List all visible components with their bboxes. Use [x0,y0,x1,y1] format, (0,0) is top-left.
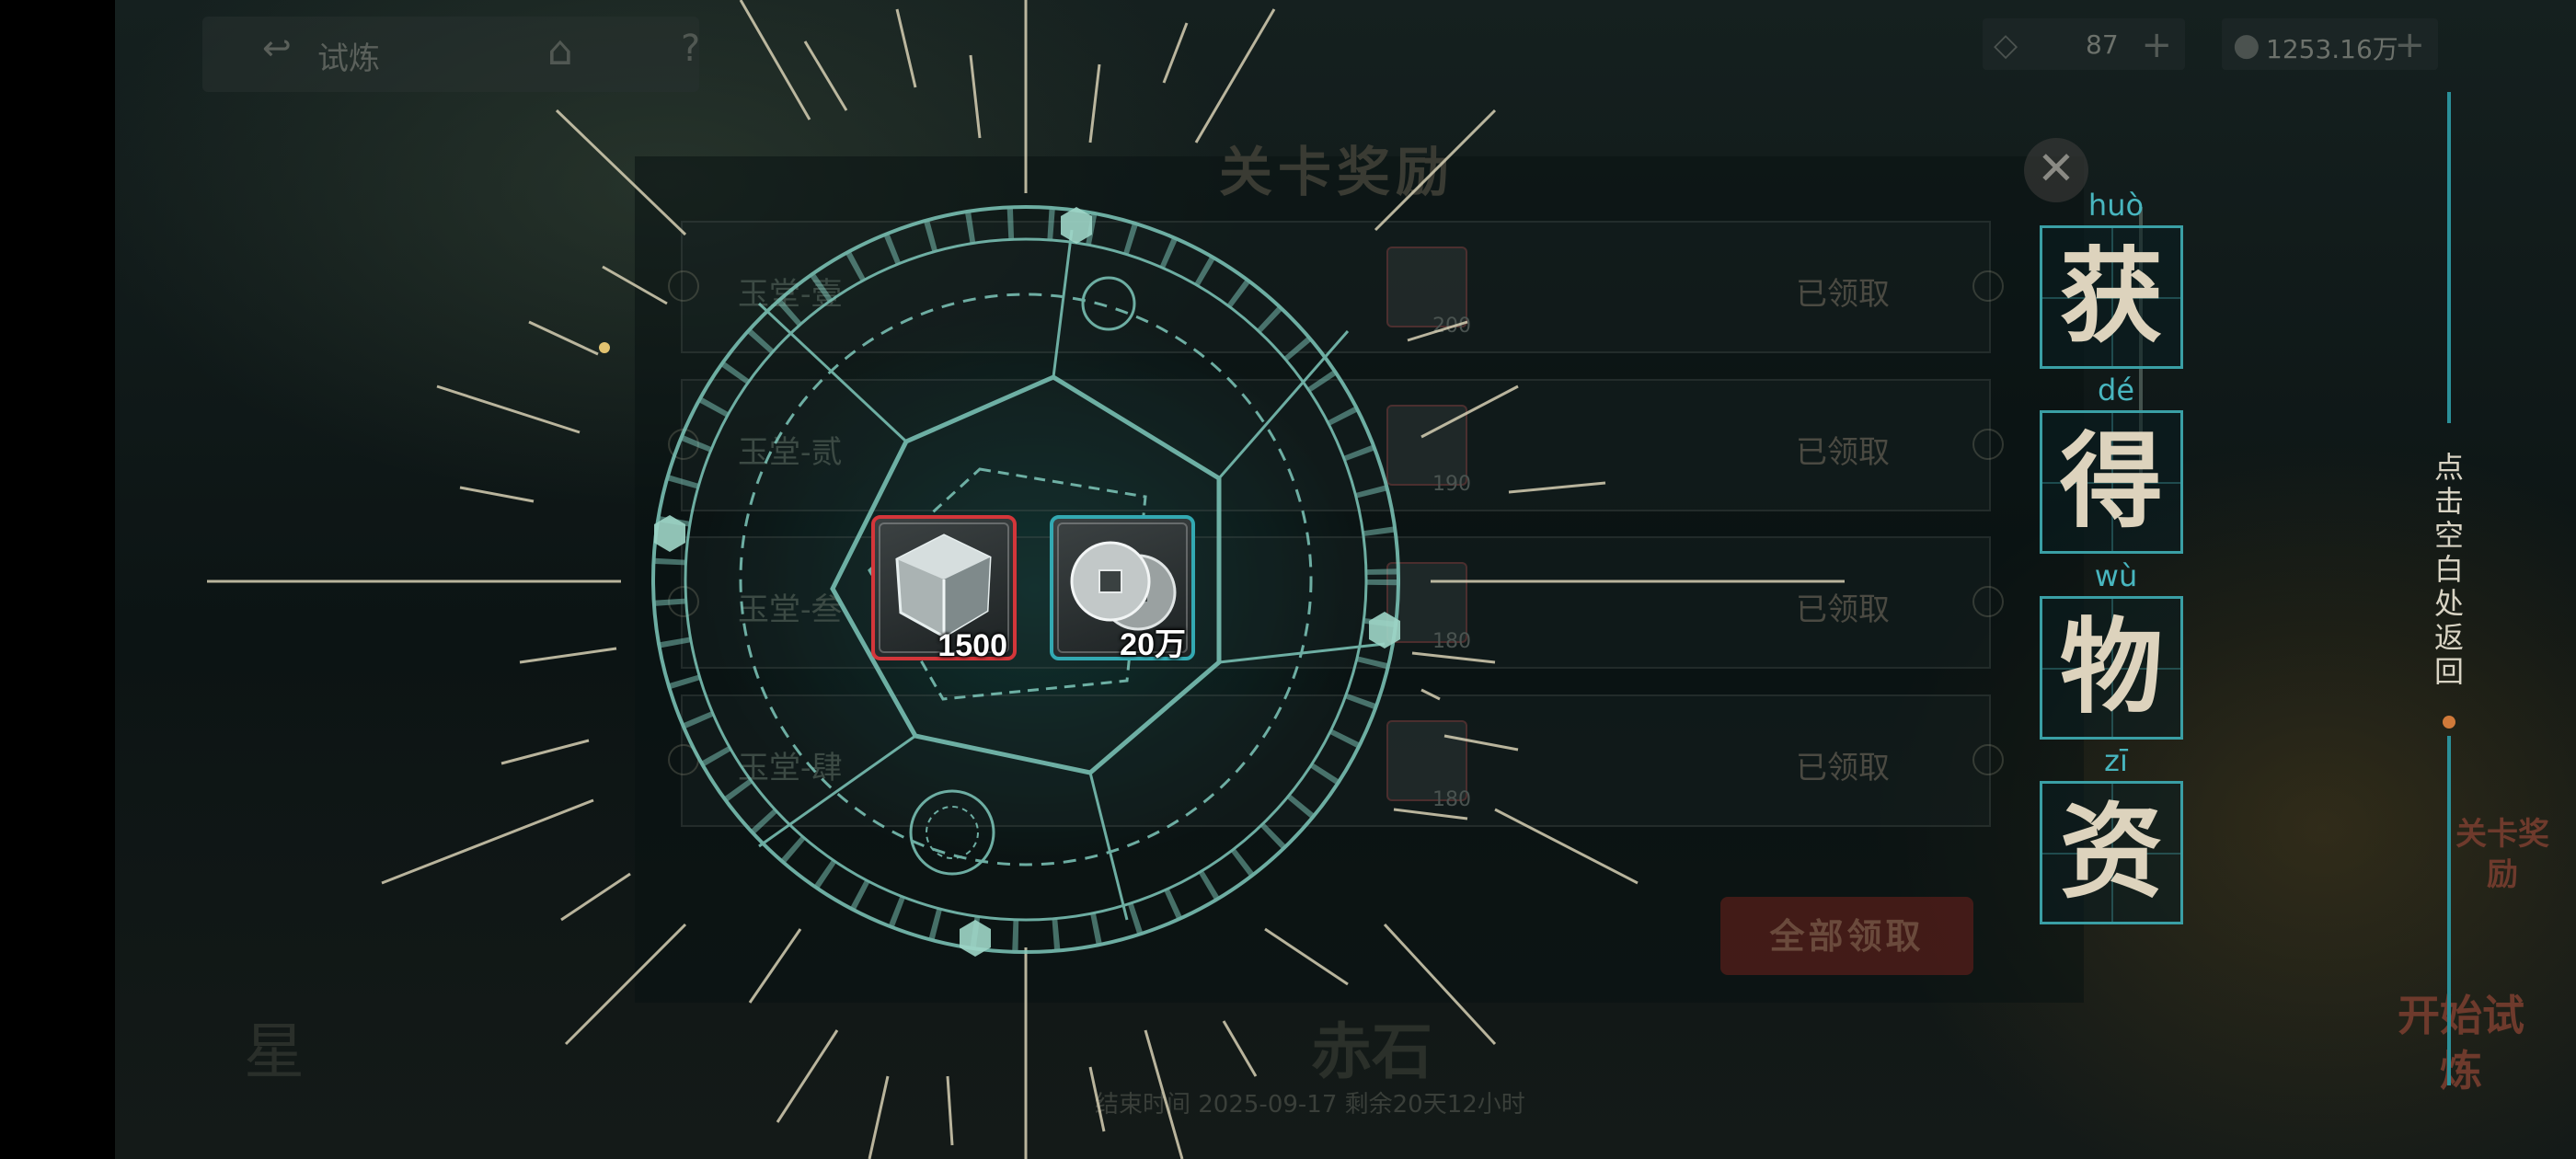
burst-effect [207,0,1845,1159]
title-char: 资 [2060,792,2163,912]
item-quantity: 1500 [937,628,1007,663]
title-pinyin: zī [2104,743,2128,778]
title-char: 得 [2060,421,2163,542]
reward-item-coins[interactable]: 20万 [1050,515,1195,662]
tap-to-return-hint: 点击空白处返回 [2433,450,2464,689]
title-pinyin: huò [2087,188,2145,223]
hint-divider [2447,92,2451,423]
title-char: 获 [2060,236,2163,357]
title-pinyin: dé [2098,373,2134,407]
game-screen[interactable]: ↩ 试炼 ⌂ ? ◇ 87 + ● 1253.16万 + 关卡奖励 ✕ 玉堂-壹… [115,0,2576,1159]
title-pinyin: wù [2094,558,2138,593]
title-char: 物 [2060,607,2163,728]
title-char-box: 资 [2040,781,2183,924]
hint-divider [2447,736,2451,1085]
reward-item-crystal[interactable]: 1500 [871,515,1017,663]
title-char-box: 物 [2040,596,2183,740]
title-char-box: 得 [2040,410,2183,554]
item-quantity: 20万 [1120,627,1186,662]
flame-icon [2443,716,2455,729]
title-char-box: 获 [2040,225,2183,369]
